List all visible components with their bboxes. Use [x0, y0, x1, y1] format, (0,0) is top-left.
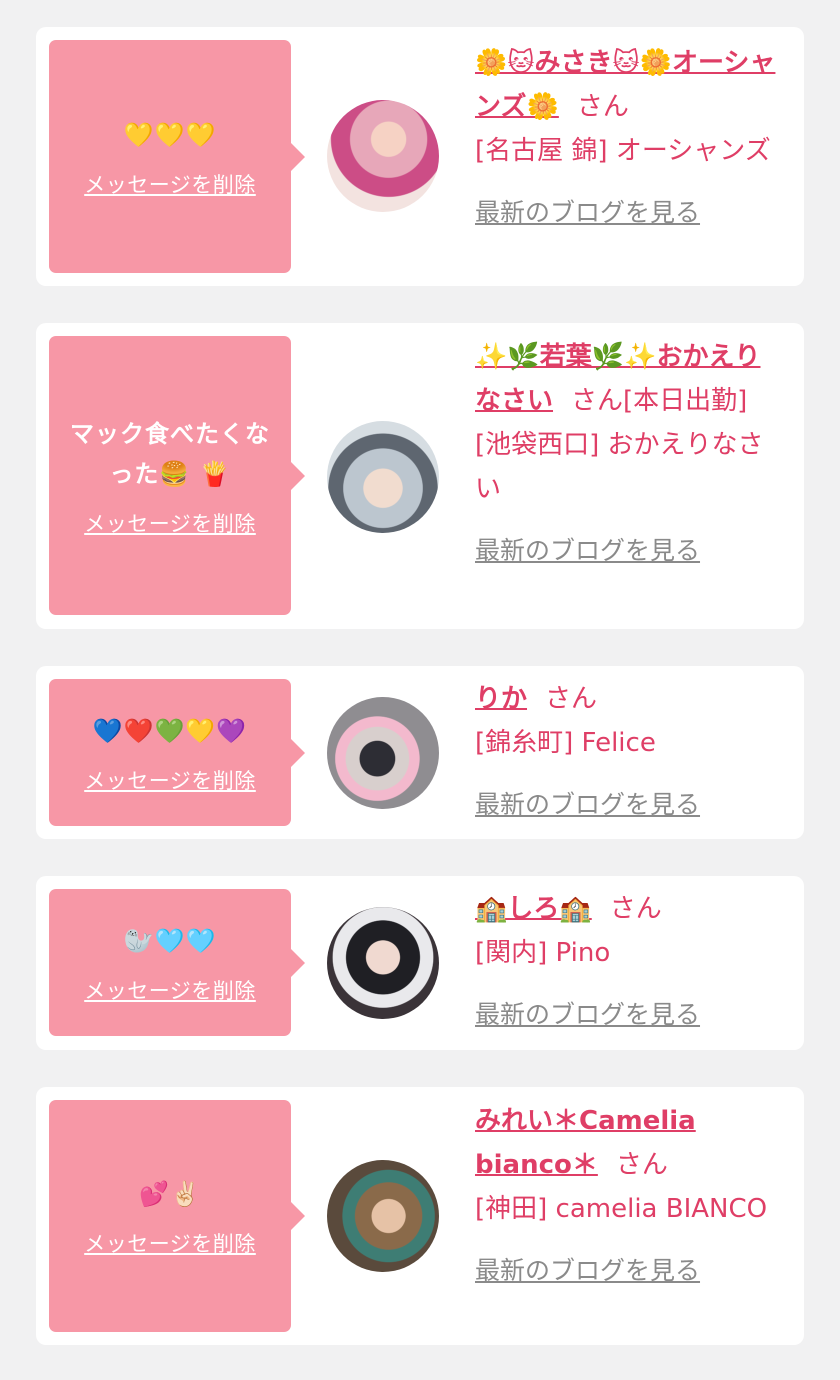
- message-bubble: 💕✌🏻 メッセージを削除: [49, 1100, 305, 1332]
- delete-message-link[interactable]: メッセージを削除: [84, 508, 256, 538]
- delete-message-link[interactable]: メッセージを削除: [84, 975, 256, 1005]
- sender-info: みれい＊Camelia bianco＊ さん [神田] camelia BIANC…: [475, 1099, 780, 1293]
- message-card: マック食べたくなった🍔 🍟 メッセージを削除 ✨🌿若葉🌿✨おかえりなさい さん[本…: [36, 323, 804, 629]
- latest-blog-link[interactable]: 最新のブログを見る: [475, 191, 700, 235]
- avatar[interactable]: [327, 421, 439, 533]
- shop-label: [池袋西口] おかえりなさい: [475, 430, 764, 504]
- message-text: 💕✌🏻: [139, 1180, 201, 1208]
- honorific: さん: [609, 894, 662, 924]
- message-card: 💛💛💛 メッセージを削除 🌼🐱みさき🐱🌼オーシャンズ🌼 さん [名古屋 錦] オー…: [36, 27, 804, 286]
- honorific: さん: [576, 92, 629, 122]
- honorific: さん: [615, 1150, 668, 1180]
- sender-info: 🏫しろ🏫 さん [関内] Pino 最新のブログを見る: [475, 887, 780, 1037]
- shop-label: [錦糸町] Felice: [475, 728, 656, 758]
- delete-message-link[interactable]: メッセージを削除: [84, 765, 256, 795]
- shop-label: [神田] camelia BIANCO: [475, 1194, 768, 1224]
- avatar[interactable]: [327, 100, 439, 212]
- latest-blog-link[interactable]: 最新のブログを見る: [475, 529, 700, 573]
- honorific: さん[本日出勤]: [571, 386, 748, 416]
- message-text: 🦭🩵🩵: [123, 926, 217, 955]
- delete-message-link[interactable]: メッセージを削除: [84, 169, 256, 199]
- shop-label: [関内] Pino: [475, 938, 611, 968]
- message-bubble: 🦭🩵🩵 メッセージを削除: [49, 889, 305, 1036]
- message-text: マック食べたくなった🍔 🍟: [70, 419, 270, 488]
- sender-info: 🌼🐱みさき🐱🌼オーシャンズ🌼 さん [名古屋 錦] オーシャンズ 最新のブログを見…: [475, 41, 780, 235]
- message-text: 💛💛💛: [123, 120, 217, 149]
- delete-message-link[interactable]: メッセージを削除: [84, 1228, 256, 1258]
- honorific: さん: [545, 684, 598, 714]
- avatar[interactable]: [327, 1160, 439, 1272]
- latest-blog-link[interactable]: 最新のブログを見る: [475, 993, 700, 1037]
- latest-blog-link[interactable]: 最新のブログを見る: [475, 783, 700, 827]
- sender-info: ✨🌿若葉🌿✨おかえりなさい さん[本日出勤] [池袋西口] おかえりなさい 最新の…: [475, 335, 780, 573]
- message-text: 💙❤️💚💛💜: [92, 716, 248, 745]
- latest-blog-link[interactable]: 最新のブログを見る: [475, 1249, 700, 1293]
- sender-info: りか さん [錦糸町] Felice 最新のブログを見る: [475, 677, 780, 827]
- avatar[interactable]: [327, 907, 439, 1019]
- message-card: 🦭🩵🩵 メッセージを削除 🏫しろ🏫 さん [関内] Pino 最新のブログを見る: [36, 876, 804, 1050]
- avatar[interactable]: [327, 697, 439, 809]
- message-card: 💕✌🏻 メッセージを削除 みれい＊Camelia bianco＊ さん [神田] …: [36, 1087, 804, 1345]
- shop-label: [名古屋 錦] オーシャンズ: [475, 136, 771, 166]
- message-card: 💙❤️💚💛💜 メッセージを削除 りか さん [錦糸町] Felice 最新のブログ…: [36, 666, 804, 839]
- sender-name-link[interactable]: 🏫しろ🏫: [475, 894, 592, 924]
- message-bubble: マック食べたくなった🍔 🍟 メッセージを削除: [49, 336, 305, 615]
- message-bubble: 💛💛💛 メッセージを削除: [49, 40, 305, 273]
- message-bubble: 💙❤️💚💛💜 メッセージを削除: [49, 679, 305, 826]
- sender-name-link[interactable]: りか: [475, 684, 527, 714]
